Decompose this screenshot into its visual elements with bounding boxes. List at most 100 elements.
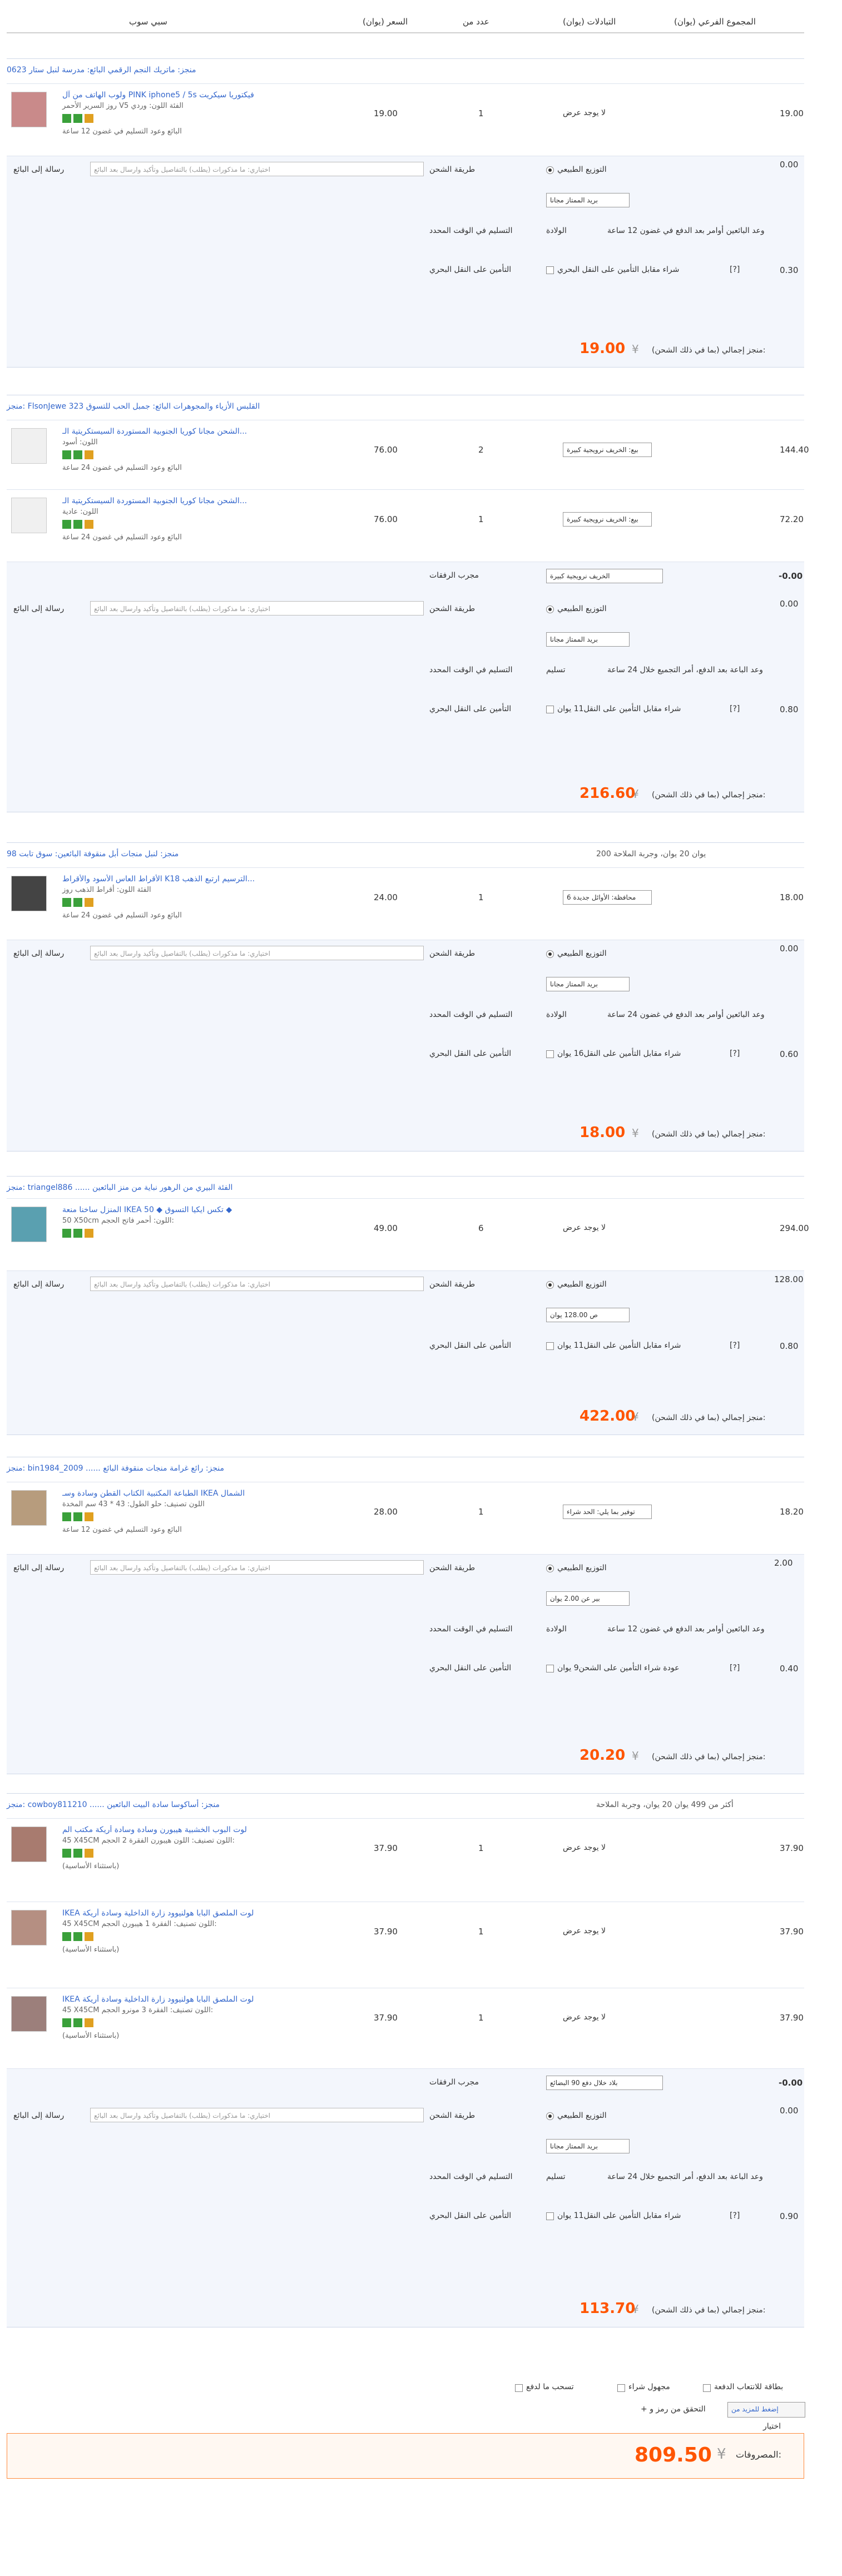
insurance-label: التأمين على النقل البحري [429,1049,512,1058]
insurance-checkbox[interactable] [546,1342,554,1350]
message-input[interactable]: اختياري: ما مذكورات (يطلب) بالتفاصيل وتأ… [90,1560,424,1575]
product-thumbnail[interactable] [11,876,47,911]
product-thumbnail[interactable] [11,1910,47,1945]
message-input[interactable]: اختياري: ما مذكورات (يطلب) بالتفاصيل وتأ… [90,601,424,616]
grand-total-box: المصروفات: ¥ 809.50 [7,2433,804,2479]
col-product: سبي سوب [129,17,167,27]
promo-select[interactable]: بيع: الخريف نرويجية كبيرة [563,443,652,457]
col-status: (التبادلات (يوان [563,17,616,27]
insurance-checkbox[interactable] [546,1665,554,1672]
ship-radio[interactable] [546,605,554,613]
message-input[interactable]: اختياري: ما مذكورات (يطلب) بالتفاصيل وتأ… [90,946,424,960]
product-title[interactable]: الشحن مجانا كوريا الجنوبية المستوردة الس… [62,427,307,436]
store-title[interactable]: منجز: FlsonJewe القلبس الأزياء والمجوهرا… [7,402,260,411]
product-title[interactable]: لوت البوب الخشبية هيبورن وسادة وسادة أري… [62,1825,307,1834]
ship-method-label: طريقة الشحن [429,165,476,174]
option-label: بطاقة للانتعاب الدفعة [714,2383,784,2391]
product-row: IKEA لوت الملصق البابا هولنيوود زارة الد… [7,1988,804,2055]
insurance-text: شراء مقابل التأمين على النقل11 يوان [557,704,681,713]
ship-select[interactable]: بريد الممتاز مجانا [546,193,630,207]
promo-select[interactable]: توفير بما يلي: الحد شراء [563,1505,652,1519]
delivery-link[interactable]: الولادة [546,226,567,235]
ship-select[interactable]: بريد الممتاز مجانا [546,2139,630,2153]
message-input[interactable]: اختياري: ما مذكورات (يطلب) بالتفاصيل وتأ… [90,1277,424,1291]
product-title[interactable]: المنزل ساخنا منعة IKEA 50 ◆ تكس ايكيا ال… [62,1205,307,1214]
help-icon[interactable]: [?] [730,1341,740,1350]
product-title[interactable]: الأقراط العاس الأسود والأقراط Kالترسيم ا… [62,875,307,884]
ship-radio[interactable] [546,1281,554,1289]
shipping-options: رسالة إلى البائع اختياري: ما مذكورات (يطل… [7,1554,804,1741]
help-icon[interactable]: [?] [730,1664,740,1672]
product-thumbnail[interactable] [11,1490,47,1526]
unit-price: 76.00 [374,514,398,524]
product-row: لوت البوب الخشبية هيبورن وسادة وسادة أري… [7,1818,804,1885]
quantity: 1 [478,514,484,524]
more-button[interactable]: إضغط للمزيد من [727,2402,805,2418]
delivery-link[interactable]: تسليم [546,2172,566,2181]
insurance-checkbox[interactable] [546,266,554,274]
ship-method-value: التوزيع الطبيعي [557,2111,607,2120]
delivery-link[interactable]: الولادة [546,1010,567,1019]
promo-status: لا يوجد عرض [563,108,606,117]
item-subtotal: 37.90 [780,2013,804,2023]
option-checkbox[interactable] [703,2384,711,2392]
currency-icon: ¥ [632,1126,639,1140]
quantity: 1 [478,2013,484,2023]
help-icon[interactable]: [?] [730,265,740,274]
promo-select[interactable]: محافظة: الأوائل جديدة 6 [563,890,652,905]
help-icon[interactable]: [?] [730,1049,740,1058]
quantity: 2 [478,445,484,455]
product-thumbnail[interactable] [11,498,47,533]
product-title[interactable]: الطباعة المكتبية الكتاب القطن وسادة وسـ … [62,1489,307,1498]
unit-price: 49.00 [374,1223,398,1233]
insurance-checkbox[interactable] [546,1050,554,1058]
insurance-checkbox[interactable] [546,706,554,713]
ship-radio[interactable] [546,1565,554,1572]
ship-fee: 0.00 [780,944,799,954]
insurance-label: التأمين على النقل البحري [429,704,512,713]
ship-select[interactable]: بريد الممتاز مجانا [546,632,630,647]
promo-code-link[interactable]: + التحقق من رمز و [641,2405,706,2414]
offer-select[interactable]: بلاد خلال دفع 90 البضائع [546,2076,663,2090]
insurance-checkbox[interactable] [546,2212,554,2220]
delivery-label: التسليم في الوقت المحدد [429,666,513,674]
ship-radio[interactable] [546,2112,554,2120]
product-title[interactable]: IKEA لوت الملصق البابا هولنيوود زارة الد… [62,1909,307,1918]
ship-select[interactable]: بير عن 2.00 يوان [546,1591,630,1606]
choose-link[interactable]: اختيار [763,2422,781,2431]
store-title[interactable]: منجز: bin1984_2009 ...... منجز: رائع غرا… [7,1464,224,1473]
product-thumbnail[interactable] [11,1996,47,2032]
offer-select[interactable]: الخريف نرويجية كبيرة [546,569,663,583]
message-input[interactable]: اختياري: ما مذكورات (يطلب) بالتفاصيل وتأ… [90,162,424,176]
store-title[interactable]: منجز: cowboy811210 ...... منجز: أساكوسا … [7,1800,220,1809]
ship-radio[interactable] [546,950,554,958]
offer-value: -0.00 [779,571,803,581]
ship-select[interactable]: بريد الممتاز مجانا [546,977,630,991]
product-thumbnail[interactable] [11,1207,47,1242]
store-note: يوان 20 يوان، وجربة الملاحة 200 [596,850,706,858]
help-icon[interactable]: [?] [730,704,740,713]
option-checkbox[interactable] [515,2384,523,2392]
ship-method-value: التوزيع الطبيعي [557,604,607,613]
delivery-link[interactable]: الولادة [546,1625,567,1634]
store-title[interactable]: منجز: triangel886 ...... الفئة البيري من… [7,1183,232,1192]
shipping-options: رسالة إلى البائع اختياري: ما مذكورات (يطل… [7,156,804,334]
product-thumbnail[interactable] [11,428,47,464]
ship-radio[interactable] [546,166,554,174]
promo-status: لا يوجد عرض [563,2013,606,2022]
store-title[interactable]: منجز: ماتريك النجم الرقمي البائع: مدرسة … [7,66,196,75]
store-title[interactable]: منجز: لنبل منجات أبل منقوفة البائعين: سو… [7,850,179,858]
product-title[interactable]: الشحن مجانا كوريا الجنوبية المستوردة الس… [62,497,307,505]
item-subtotal: 19.00 [780,108,804,118]
delivery-link[interactable]: تسليم [546,666,566,674]
ship-select[interactable]: ص 128.00 يوان [546,1308,630,1322]
option-checkbox[interactable] [617,2384,625,2392]
currency-icon: ¥ [632,343,639,356]
help-icon[interactable]: [?] [730,2211,740,2220]
product-thumbnail[interactable] [11,92,47,127]
product-title[interactable]: ولوب الهاتف من آل PINK iphone5 / 5s فيكت… [62,91,307,100]
message-input[interactable]: اختياري: ما مذكورات (يطلب) بالتفاصيل وتأ… [90,2108,424,2122]
promo-select[interactable]: بيع: الخريف نرويجية كبيرة [563,512,652,527]
product-thumbnail[interactable] [11,1826,47,1862]
product-title[interactable]: IKEA لوت الملصق البابا هولنيوود زارة الد… [62,1995,307,2004]
